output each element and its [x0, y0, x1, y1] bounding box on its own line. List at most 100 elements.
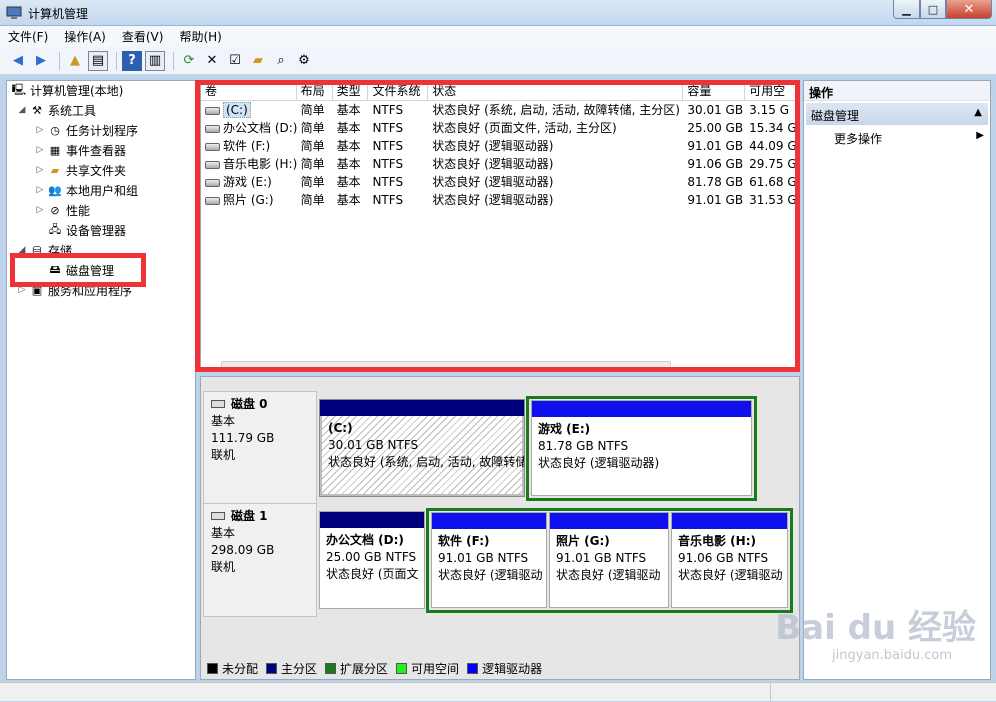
partition-h[interactable]: 音乐电影 (H:) 91.06 GB NTFS 状态良好 (逻辑驱动	[671, 512, 788, 608]
horizontal-scrollbar[interactable]	[221, 361, 671, 371]
tree-item-services-apps[interactable]: ▷ ▣ 服务和应用程序	[15, 281, 132, 299]
settings-icon[interactable]: ⚙	[294, 51, 314, 71]
shared-folder-icon: ▰	[50, 163, 60, 177]
volume-cell: 办公文档 (D:)	[201, 119, 297, 137]
collapsed-arrow-icon[interactable]: ▷	[33, 185, 47, 195]
column-header-filesystem[interactable]: 文件系统	[368, 83, 429, 100]
table-row[interactable]: 音乐电影 (H:) 简单 基本 NTFS 状态良好 (逻辑驱动器) 91.06 …	[201, 155, 799, 173]
column-header-capacity[interactable]: 容量	[683, 83, 746, 100]
show-hide-tree-icon[interactable]: ▤	[88, 50, 108, 71]
table-row[interactable]: 游戏 (E:) 简单 基本 NTFS 状态良好 (逻辑驱动器) 81.78 GB…	[201, 173, 799, 191]
table-row[interactable]: (C:) 简单 基本 NTFS 状态良好 (系统, 启动, 活动, 故障转储, …	[201, 101, 799, 119]
menu-bar: 文件(F) 操作(A) 查看(V) 帮助(H)	[0, 26, 996, 47]
tree-item-system-tools[interactable]: ◢ ⚒ 系统工具	[15, 101, 96, 119]
toolbar-separator	[116, 51, 117, 70]
refresh-icon[interactable]: ⟳	[179, 51, 199, 71]
table-row[interactable]: 照片 (G:) 简单 基本 NTFS 状态良好 (逻辑驱动器) 91.01 GB…	[201, 191, 799, 209]
tree-item-performance[interactable]: ▷ ⊘ 性能	[33, 201, 90, 219]
collapsed-arrow-icon[interactable]: ▷	[33, 165, 47, 175]
show-hide-action-pane-icon[interactable]: ▥	[145, 50, 165, 71]
forward-icon[interactable]: ▶	[31, 51, 51, 71]
menu-view[interactable]: 查看(V)	[122, 28, 164, 45]
submenu-arrow-icon: ▶	[976, 130, 984, 141]
tree-item-disk-management[interactable]: 🖴 磁盘管理	[47, 261, 114, 279]
column-header-type[interactable]: 类型	[333, 83, 369, 100]
maximize-button[interactable]: □	[920, 0, 946, 19]
volume-cell: 软件 (F:)	[201, 137, 297, 155]
tree-item-storage[interactable]: ◢ ⛁ 存储	[15, 241, 72, 259]
column-header-status[interactable]: 状态	[428, 83, 684, 100]
column-header-volume[interactable]: 卷	[201, 83, 297, 100]
legend-label: 未分配	[222, 662, 259, 676]
partition-name: 游戏 (E:)	[538, 422, 591, 436]
tree-label: 系统工具	[48, 103, 97, 118]
menu-action[interactable]: 操作(A)	[64, 28, 106, 45]
tree-item-local-users[interactable]: ▷ 👥 本地用户和组	[33, 181, 138, 199]
help-icon[interactable]: ?	[122, 50, 142, 71]
legend-item: 未分配	[207, 660, 258, 677]
partition-size: 91.06 GB NTFS	[678, 551, 769, 565]
tree-label: 事件查看器	[66, 143, 127, 158]
status-cell: 状态良好 (逻辑驱动器)	[432, 139, 554, 153]
disk-icon	[211, 400, 225, 408]
back-icon[interactable]: ◀	[8, 51, 28, 71]
close-button[interactable]: ✕	[946, 0, 992, 19]
partition-name: 办公文档 (D:)	[326, 533, 404, 547]
table-row[interactable]: 软件 (F:) 简单 基本 NTFS 状态良好 (逻辑驱动器) 91.01 GB…	[201, 137, 799, 155]
search-icon[interactable]: ⌕	[271, 51, 291, 71]
partition-c[interactable]: (C:) 30.01 GB NTFS 状态良好 (系统, 启动, 活动, 故障转…	[319, 399, 525, 497]
collapsed-arrow-icon[interactable]: ▷	[33, 205, 47, 215]
partition-e[interactable]: 游戏 (E:) 81.78 GB NTFS 状态良好 (逻辑驱动器)	[531, 400, 752, 496]
disk-0-info[interactable]: 磁盘 0 基本 111.79 GB 联机	[203, 391, 317, 505]
tree-item-shared-folders[interactable]: ▷ ▰ 共享文件夹	[33, 161, 126, 179]
expanded-arrow-icon[interactable]: ◢	[15, 105, 29, 115]
legend-swatch	[266, 663, 278, 674]
layout-cell: 简单	[300, 121, 325, 135]
partition-status: 状态良好 (系统, 启动, 活动, 故障转储	[328, 455, 525, 469]
legend-label: 逻辑驱动器	[482, 662, 543, 676]
type-cell: 基本	[336, 139, 361, 153]
actions-section-disk-management[interactable]: 磁盘管理 ▲	[806, 103, 988, 125]
volume-cell: 照片 (G:)	[201, 191, 297, 209]
collapsed-arrow-icon[interactable]: ▷	[15, 285, 29, 295]
menu-file[interactable]: 文件(F)	[8, 28, 48, 45]
type-cell: 基本	[336, 193, 361, 207]
collapse-up-icon[interactable]: ▲	[974, 107, 982, 118]
actions-header: 操作	[804, 81, 990, 101]
partition-size: 25.00 GB NTFS	[326, 550, 417, 564]
properties-icon[interactable]: ☑	[225, 51, 245, 71]
filesystem-cell: NTFS	[372, 139, 404, 153]
volume-name: 游戏 (E:)	[223, 175, 272, 189]
more-actions-item[interactable]: 更多操作 ▶	[834, 130, 984, 147]
tree-item-task-scheduler[interactable]: ▷ ◷ 任务计划程序	[33, 121, 138, 139]
tree-item-root[interactable]: 🖳 计算机管理(本地)	[11, 81, 124, 99]
more-actions-label: 更多操作	[834, 132, 883, 146]
filesystem-cell: NTFS	[372, 157, 404, 171]
collapsed-arrow-icon[interactable]: ▷	[33, 145, 47, 155]
disk-1-info[interactable]: 磁盘 1 基本 298.09 GB 联机	[203, 503, 317, 617]
open-folder-icon[interactable]: ▰	[248, 51, 268, 71]
disk-status: 联机	[211, 560, 236, 574]
disk-management-icon: 🖴	[49, 262, 61, 276]
column-header-layout[interactable]: 布局	[297, 83, 333, 100]
volume-name: 照片 (G:)	[223, 193, 274, 207]
table-row[interactable]: 办公文档 (D:) 简单 基本 NTFS 状态良好 (页面文件, 活动, 主分区…	[201, 119, 799, 137]
performance-icon: ⊘	[50, 203, 60, 217]
partition-f[interactable]: 软件 (F:) 91.01 GB NTFS 状态良好 (逻辑驱动	[431, 512, 547, 608]
tree-label: 磁盘管理	[66, 263, 115, 278]
minimize-button[interactable]: ▁	[893, 0, 920, 19]
partition-body: 办公文档 (D:) 25.00 GB NTFS 状态良好 (页面文	[320, 528, 424, 583]
up-folder-icon[interactable]: ▲	[65, 51, 85, 71]
delete-icon[interactable]: ✕	[202, 51, 222, 71]
legend-label: 可用空间	[411, 662, 460, 676]
collapsed-arrow-icon[interactable]: ▷	[33, 125, 47, 135]
partition-g[interactable]: 照片 (G:) 91.01 GB NTFS 状态良好 (逻辑驱动	[549, 512, 669, 608]
expanded-arrow-icon[interactable]: ◢	[15, 245, 29, 255]
menu-help[interactable]: 帮助(H)	[179, 28, 221, 45]
legend: 未分配 主分区 扩展分区 可用空间 逻辑驱动器	[207, 660, 550, 677]
tree-item-device-manager[interactable]: 🖧 设备管理器	[47, 221, 126, 239]
column-header-free-space[interactable]: 可用空	[745, 83, 799, 100]
partition-d[interactable]: 办公文档 (D:) 25.00 GB NTFS 状态良好 (页面文	[319, 511, 425, 609]
tree-item-event-viewer[interactable]: ▷ ▦ 事件查看器	[33, 141, 126, 159]
layout-cell: 简单	[300, 175, 325, 189]
